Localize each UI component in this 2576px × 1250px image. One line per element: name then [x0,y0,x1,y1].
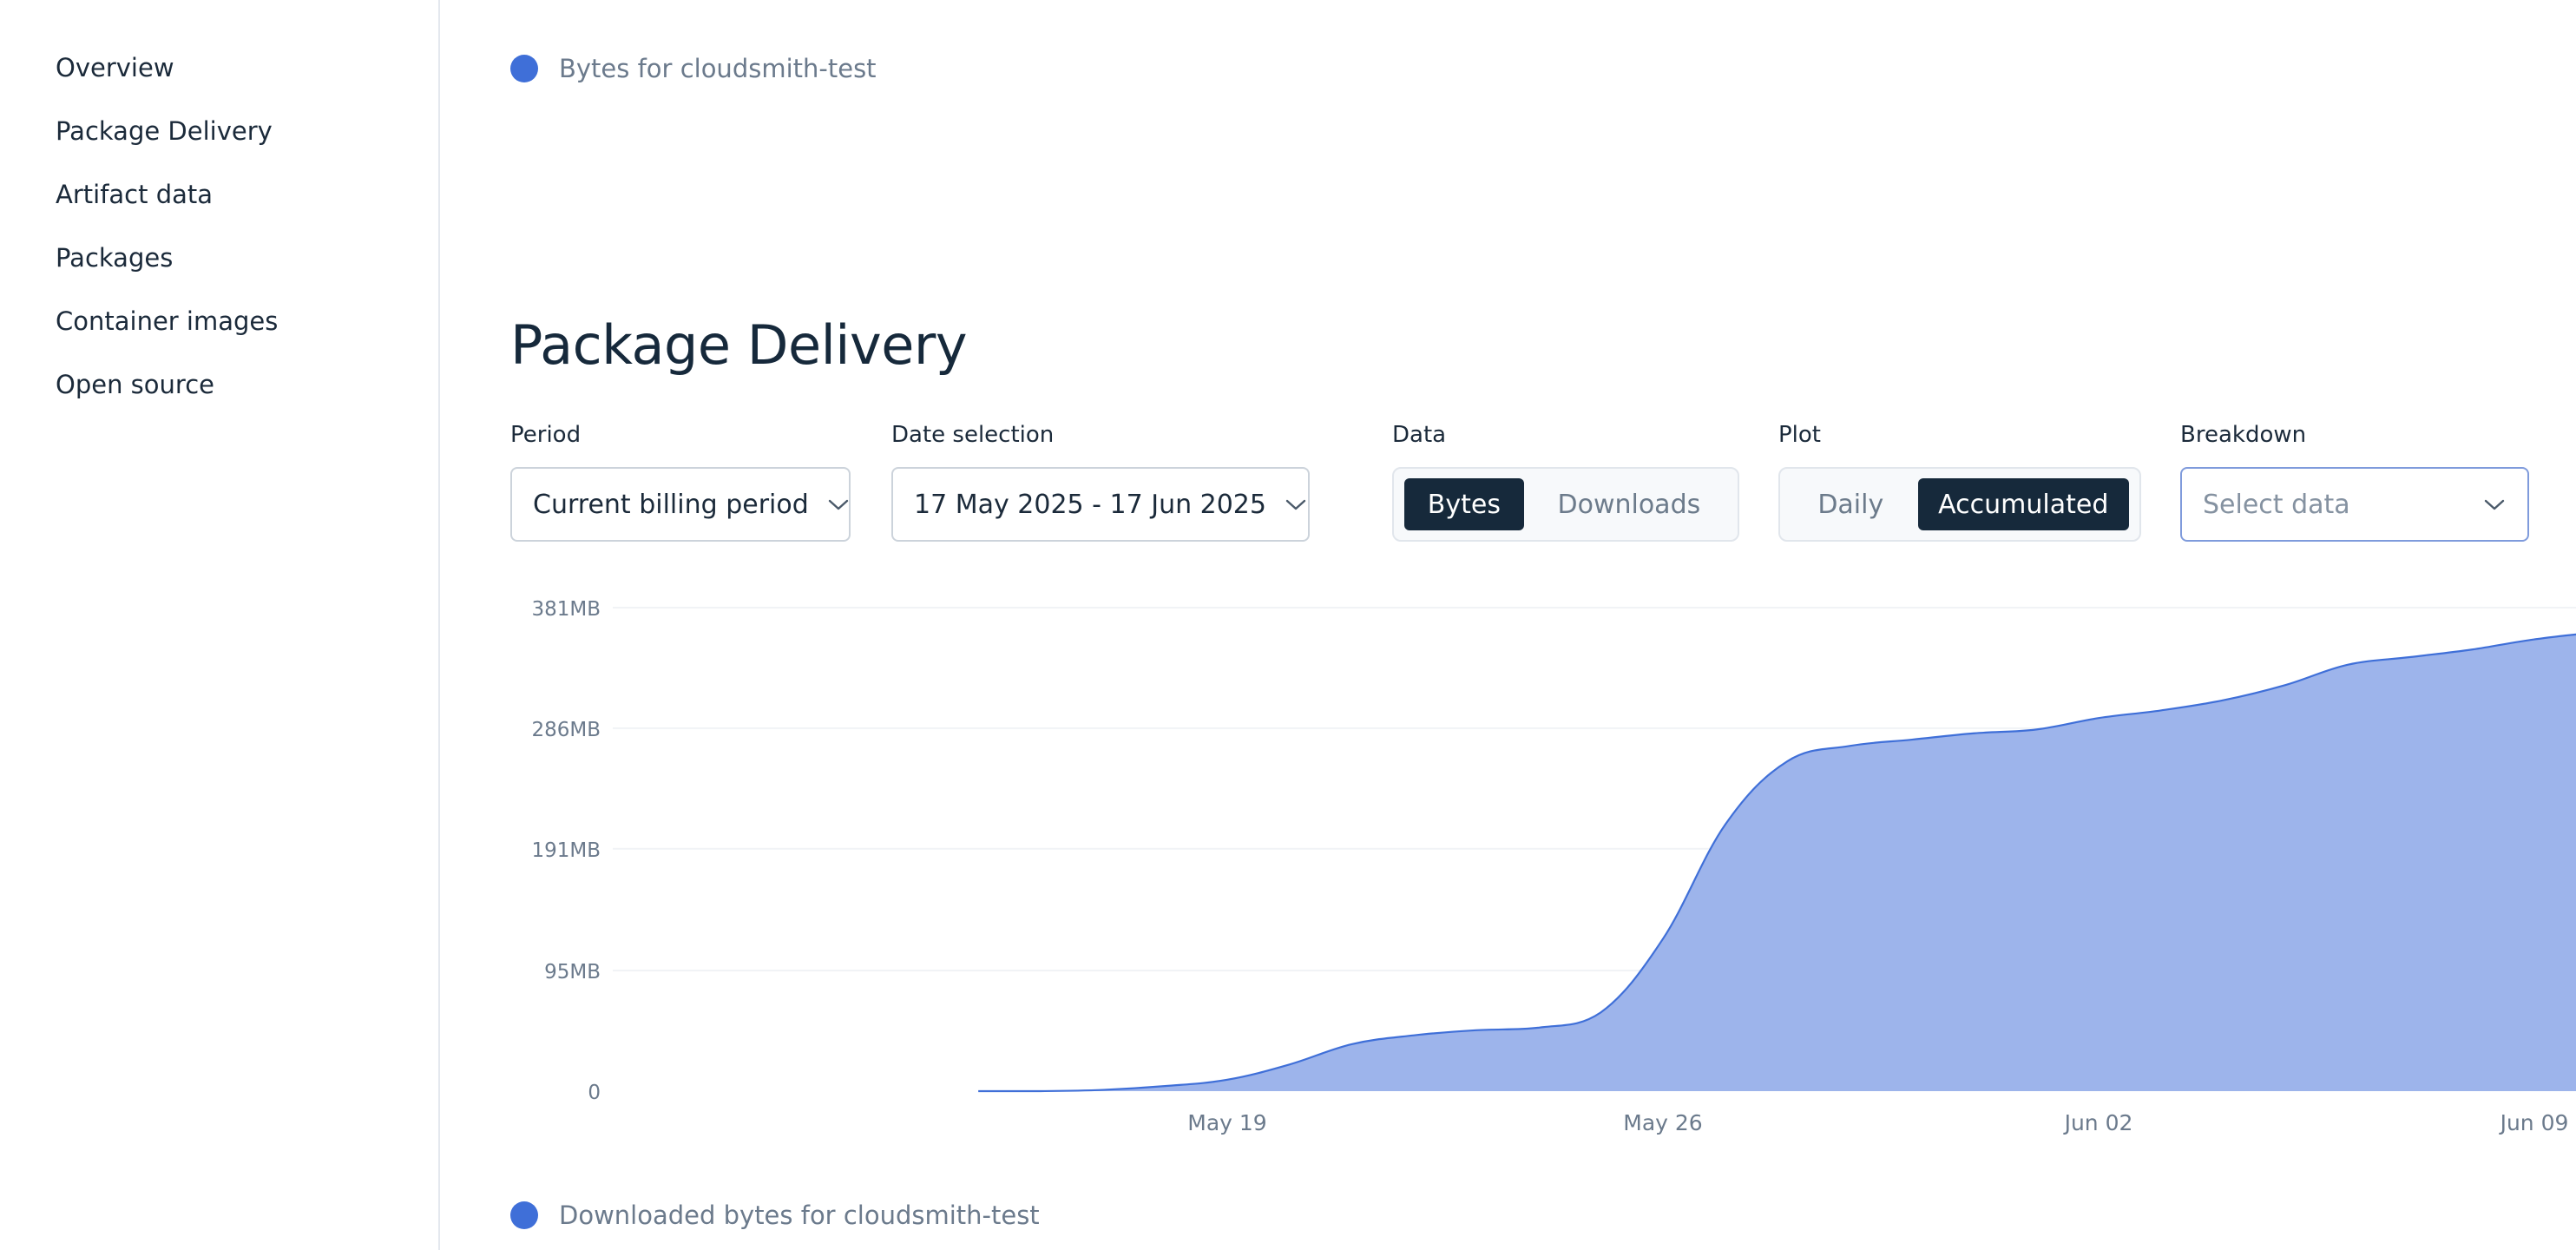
downloads-toggle-button[interactable]: Downloads [1531,478,1727,530]
chevron-down-icon [2484,499,2505,510]
data-label: Data [1392,422,1447,448]
legend-dot [510,1201,538,1229]
accumulated-toggle-button[interactable]: Accumulated [1917,478,2129,530]
chevron-down-icon [1285,499,1306,510]
x-tick-label: Jun 09 [2499,1110,2569,1135]
y-axis-ticks: 0 95MB 191MB 286MB 381MB [531,598,601,1104]
area-fill [978,634,2576,1091]
plot-label: Plot [1778,422,1822,448]
chevron-down-icon [828,499,848,510]
x-tick-label: May 26 [1623,1110,1702,1135]
sidebar-item-container-images[interactable]: Container images [56,304,278,339]
period-select[interactable]: Current billing period [510,467,851,542]
period-value: Current billing period [533,489,809,520]
daily-toggle-button[interactable]: Daily [1791,478,1911,530]
page-title: Package Delivery [510,313,968,377]
y-tick-label: 95MB [544,961,601,984]
x-tick-label: May 19 [1187,1110,1266,1135]
sidebar-item-package-delivery[interactable]: Package Delivery [56,114,273,148]
date-selection-select[interactable]: 17 May 2025 - 17 Jun 2025 [891,467,1310,542]
y-tick-label: 191MB [531,839,601,862]
bytes-toggle-button[interactable]: Bytes [1404,478,1524,530]
sidebar-item-packages[interactable]: Packages [56,240,173,275]
area-series [978,633,2576,1093]
sidebar-item-open-source[interactable]: Open source [56,367,214,402]
y-tick-label: 381MB [531,598,601,621]
legend-dot [510,55,538,82]
date-selection-label: Date selection [891,422,1055,448]
sidebar-item-artifact-data[interactable]: Artifact data [56,177,213,212]
top-chart-legend: Bytes for cloudsmith-test [510,54,877,83]
breakdown-placeholder: Select data [2203,489,2350,520]
y-tick-label: 286MB [531,719,601,741]
bottom-chart-legend: Downloaded bytes for cloudsmith-test [510,1201,1040,1230]
period-label: Period [510,422,582,448]
sidebar: Overview Package Delivery Artifact data … [0,0,440,1250]
x-tick-label: Jun 02 [2063,1110,2133,1135]
package-delivery-chart: 0 95MB 191MB 286MB 381MB May 19 May 26 Jun 02 J… [531,598,2576,1135]
legend-label: Bytes for cloudsmith-test [559,54,877,83]
x-axis-ticks: May 19May 26Jun 02Jun 09Jun 16 [1187,1110,2569,1135]
legend-label: Downloaded bytes for cloudsmith-test [559,1201,1040,1230]
plot-toggle: Daily Accumulated [1778,467,2141,542]
main-content: Bytes for cloudsmith-test Package Delive… [441,0,2576,1250]
breakdown-select[interactable]: Select data [2180,467,2529,542]
date-selection-value: 17 May 2025 - 17 Jun 2025 [914,489,1266,520]
breakdown-label: Breakdown [2180,422,2307,448]
data-toggle: Bytes Downloads [1392,467,1739,542]
chart-area [978,633,2576,1093]
sidebar-item-overview[interactable]: Overview [56,50,174,85]
y-tick-label: 0 [588,1082,601,1104]
